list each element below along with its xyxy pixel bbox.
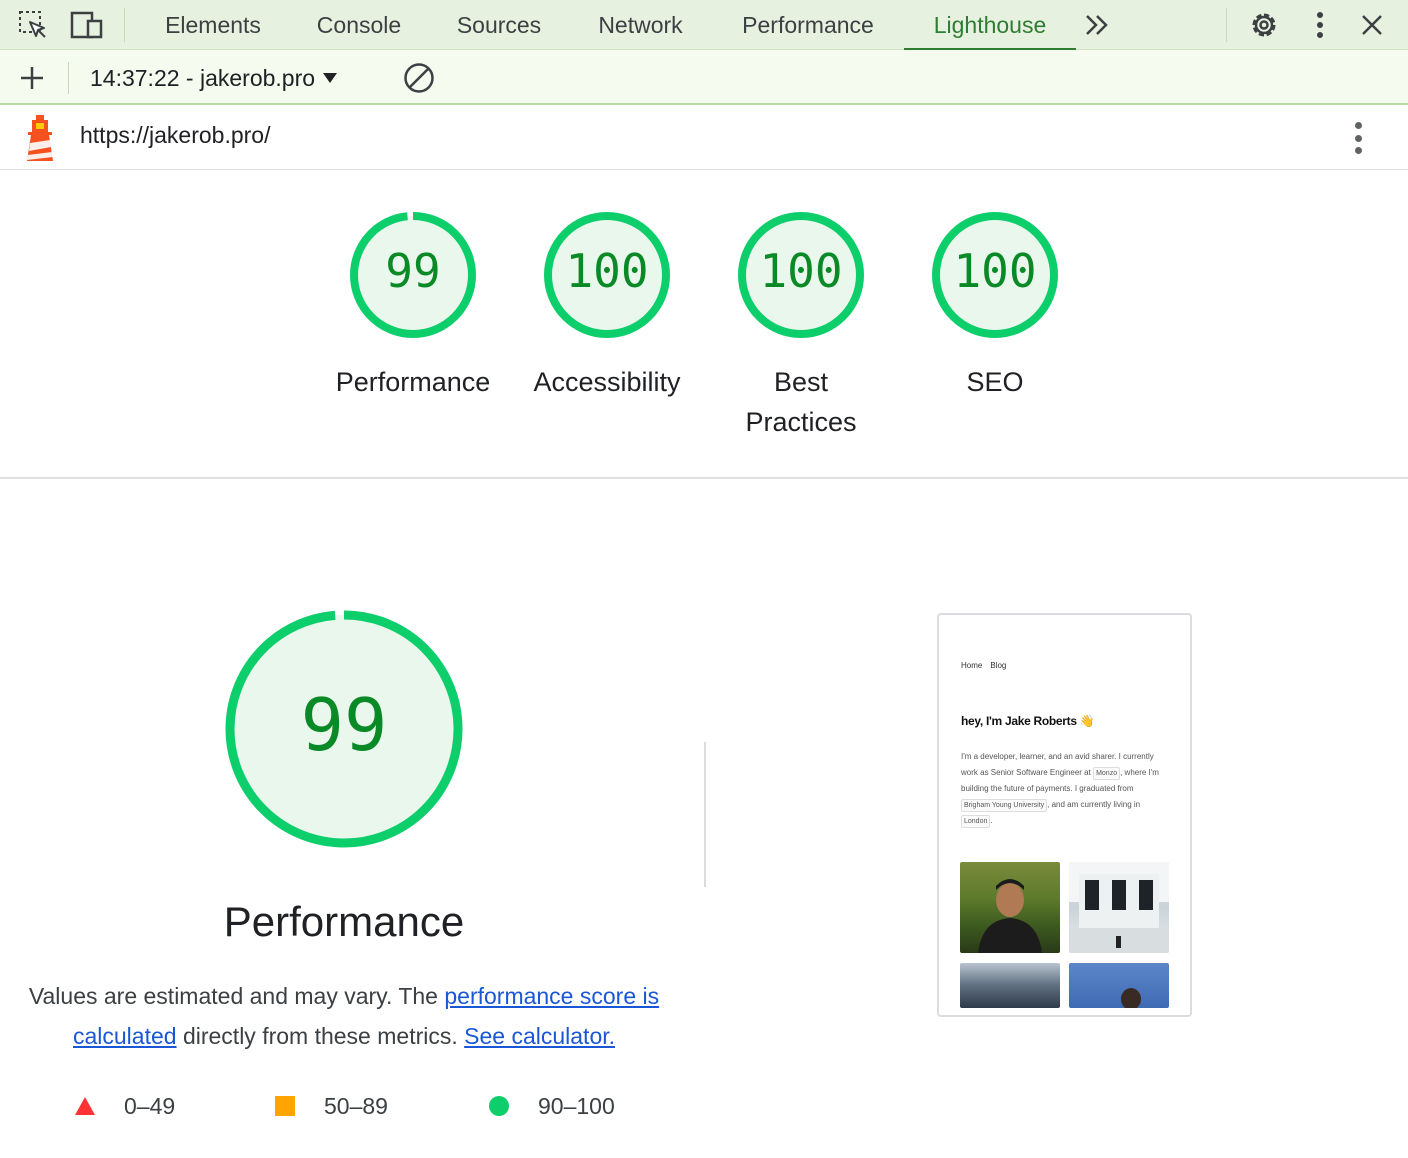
gauge-score: 100 xyxy=(953,244,1037,298)
performance-description: Values are estimated and may vary. The p… xyxy=(10,976,678,1056)
description-text: directly from these metrics. xyxy=(176,1023,465,1049)
screenshot-heading: hey, I'm Jake Roberts 👋 xyxy=(961,714,1095,728)
performance-gauge-large: 99 xyxy=(222,607,466,851)
report-url-bar: https://jakerob.pro/ xyxy=(0,105,1408,170)
legend-range: 0–49 xyxy=(124,1092,176,1119)
screenshot-bio: I'm a developer, learner, and an avid sh… xyxy=(961,749,1166,829)
legend-range: 50–89 xyxy=(324,1092,388,1119)
divider xyxy=(704,742,706,887)
lighthouse-toolbar: 14:37:22 - jakerob.pro xyxy=(0,50,1408,105)
screenshot-photo xyxy=(960,963,1060,1008)
inspect-element-icon[interactable] xyxy=(16,8,50,42)
gauge-accessibility[interactable]: 100 Accessibility xyxy=(517,210,697,402)
triangle-icon xyxy=(75,1097,95,1115)
lighthouse-icon xyxy=(22,113,58,168)
gauge-label: Performance xyxy=(335,367,491,397)
bio-pill: Brigham Young University xyxy=(961,799,1048,812)
legend-item-fail: 0–49 xyxy=(74,1090,175,1122)
gear-icon[interactable] xyxy=(1247,8,1281,42)
gauge-performance[interactable]: 99 Performance xyxy=(323,210,503,402)
caret-down-icon xyxy=(323,73,338,83)
tab-elements[interactable]: Elements xyxy=(150,0,276,50)
plus-icon[interactable] xyxy=(14,60,50,96)
screenshot-nav: Home Blog xyxy=(961,661,1014,670)
bio-pill: Monzo xyxy=(1093,767,1121,780)
score-summary: 99 Performance 100 Accessibility 100 Bes… xyxy=(0,170,1408,479)
gauge-label: Accessibility xyxy=(533,367,681,397)
description-text: Values are estimated and may vary. The xyxy=(28,983,445,1009)
tab-network[interactable]: Network xyxy=(582,0,699,50)
screenshot-photo xyxy=(1069,862,1169,953)
performance-score: 99 xyxy=(300,683,388,767)
gauge-score: 99 xyxy=(385,244,441,298)
square-icon xyxy=(275,1096,295,1116)
tab-sources[interactable]: Sources xyxy=(442,0,556,50)
performance-title: Performance xyxy=(223,898,465,945)
legend-item-pass: 90–100 xyxy=(488,1090,615,1122)
screenshot-photo xyxy=(960,862,1060,953)
bio-text: , and am currently living in xyxy=(1047,800,1141,809)
gauge-score: 100 xyxy=(759,244,843,298)
legend-range: 90–100 xyxy=(538,1092,615,1119)
legend-item-average: 50–89 xyxy=(274,1090,388,1122)
tab-console[interactable]: Console xyxy=(303,0,415,50)
report-url[interactable]: https://jakerob.pro/ xyxy=(80,122,271,149)
tab-performance[interactable]: Performance xyxy=(725,0,891,50)
block-icon[interactable] xyxy=(402,61,436,100)
gauge-best-practices[interactable]: 100 Best Practices xyxy=(711,210,891,442)
gauge-label: SEO xyxy=(966,367,1024,397)
circle-icon xyxy=(489,1096,509,1116)
final-screenshot[interactable]: Home Blog hey, I'm Jake Roberts 👋 I'm a d… xyxy=(937,613,1192,1017)
chevron-double-right-icon[interactable] xyxy=(1080,8,1114,42)
screenshot-photo xyxy=(1069,963,1169,1008)
report-select[interactable]: 14:37:22 - jakerob.pro xyxy=(90,62,338,94)
screenshot-nav-item: Blog xyxy=(990,661,1007,670)
vertical-dots-icon[interactable] xyxy=(1303,8,1337,42)
close-icon[interactable] xyxy=(1355,8,1389,42)
gauge-label: Best Practices xyxy=(745,367,857,437)
devtools-tab-bar: Elements Console Sources Network Perform… xyxy=(0,0,1408,51)
gauge-score: 100 xyxy=(565,244,649,298)
report-menu-icon[interactable] xyxy=(1346,119,1370,157)
tab-lighthouse[interactable]: Lighthouse xyxy=(904,0,1076,51)
bio-text: . xyxy=(990,816,993,825)
bio-pill: London xyxy=(961,815,991,828)
device-toolbar-icon[interactable] xyxy=(70,8,104,42)
see-calculator-link[interactable]: See calculator. xyxy=(464,1023,615,1049)
report-select-label: 14:37:22 - jakerob.pro xyxy=(90,65,316,91)
screenshot-nav-item: Home xyxy=(961,661,983,670)
gauge-seo[interactable]: 100 SEO xyxy=(905,210,1085,402)
